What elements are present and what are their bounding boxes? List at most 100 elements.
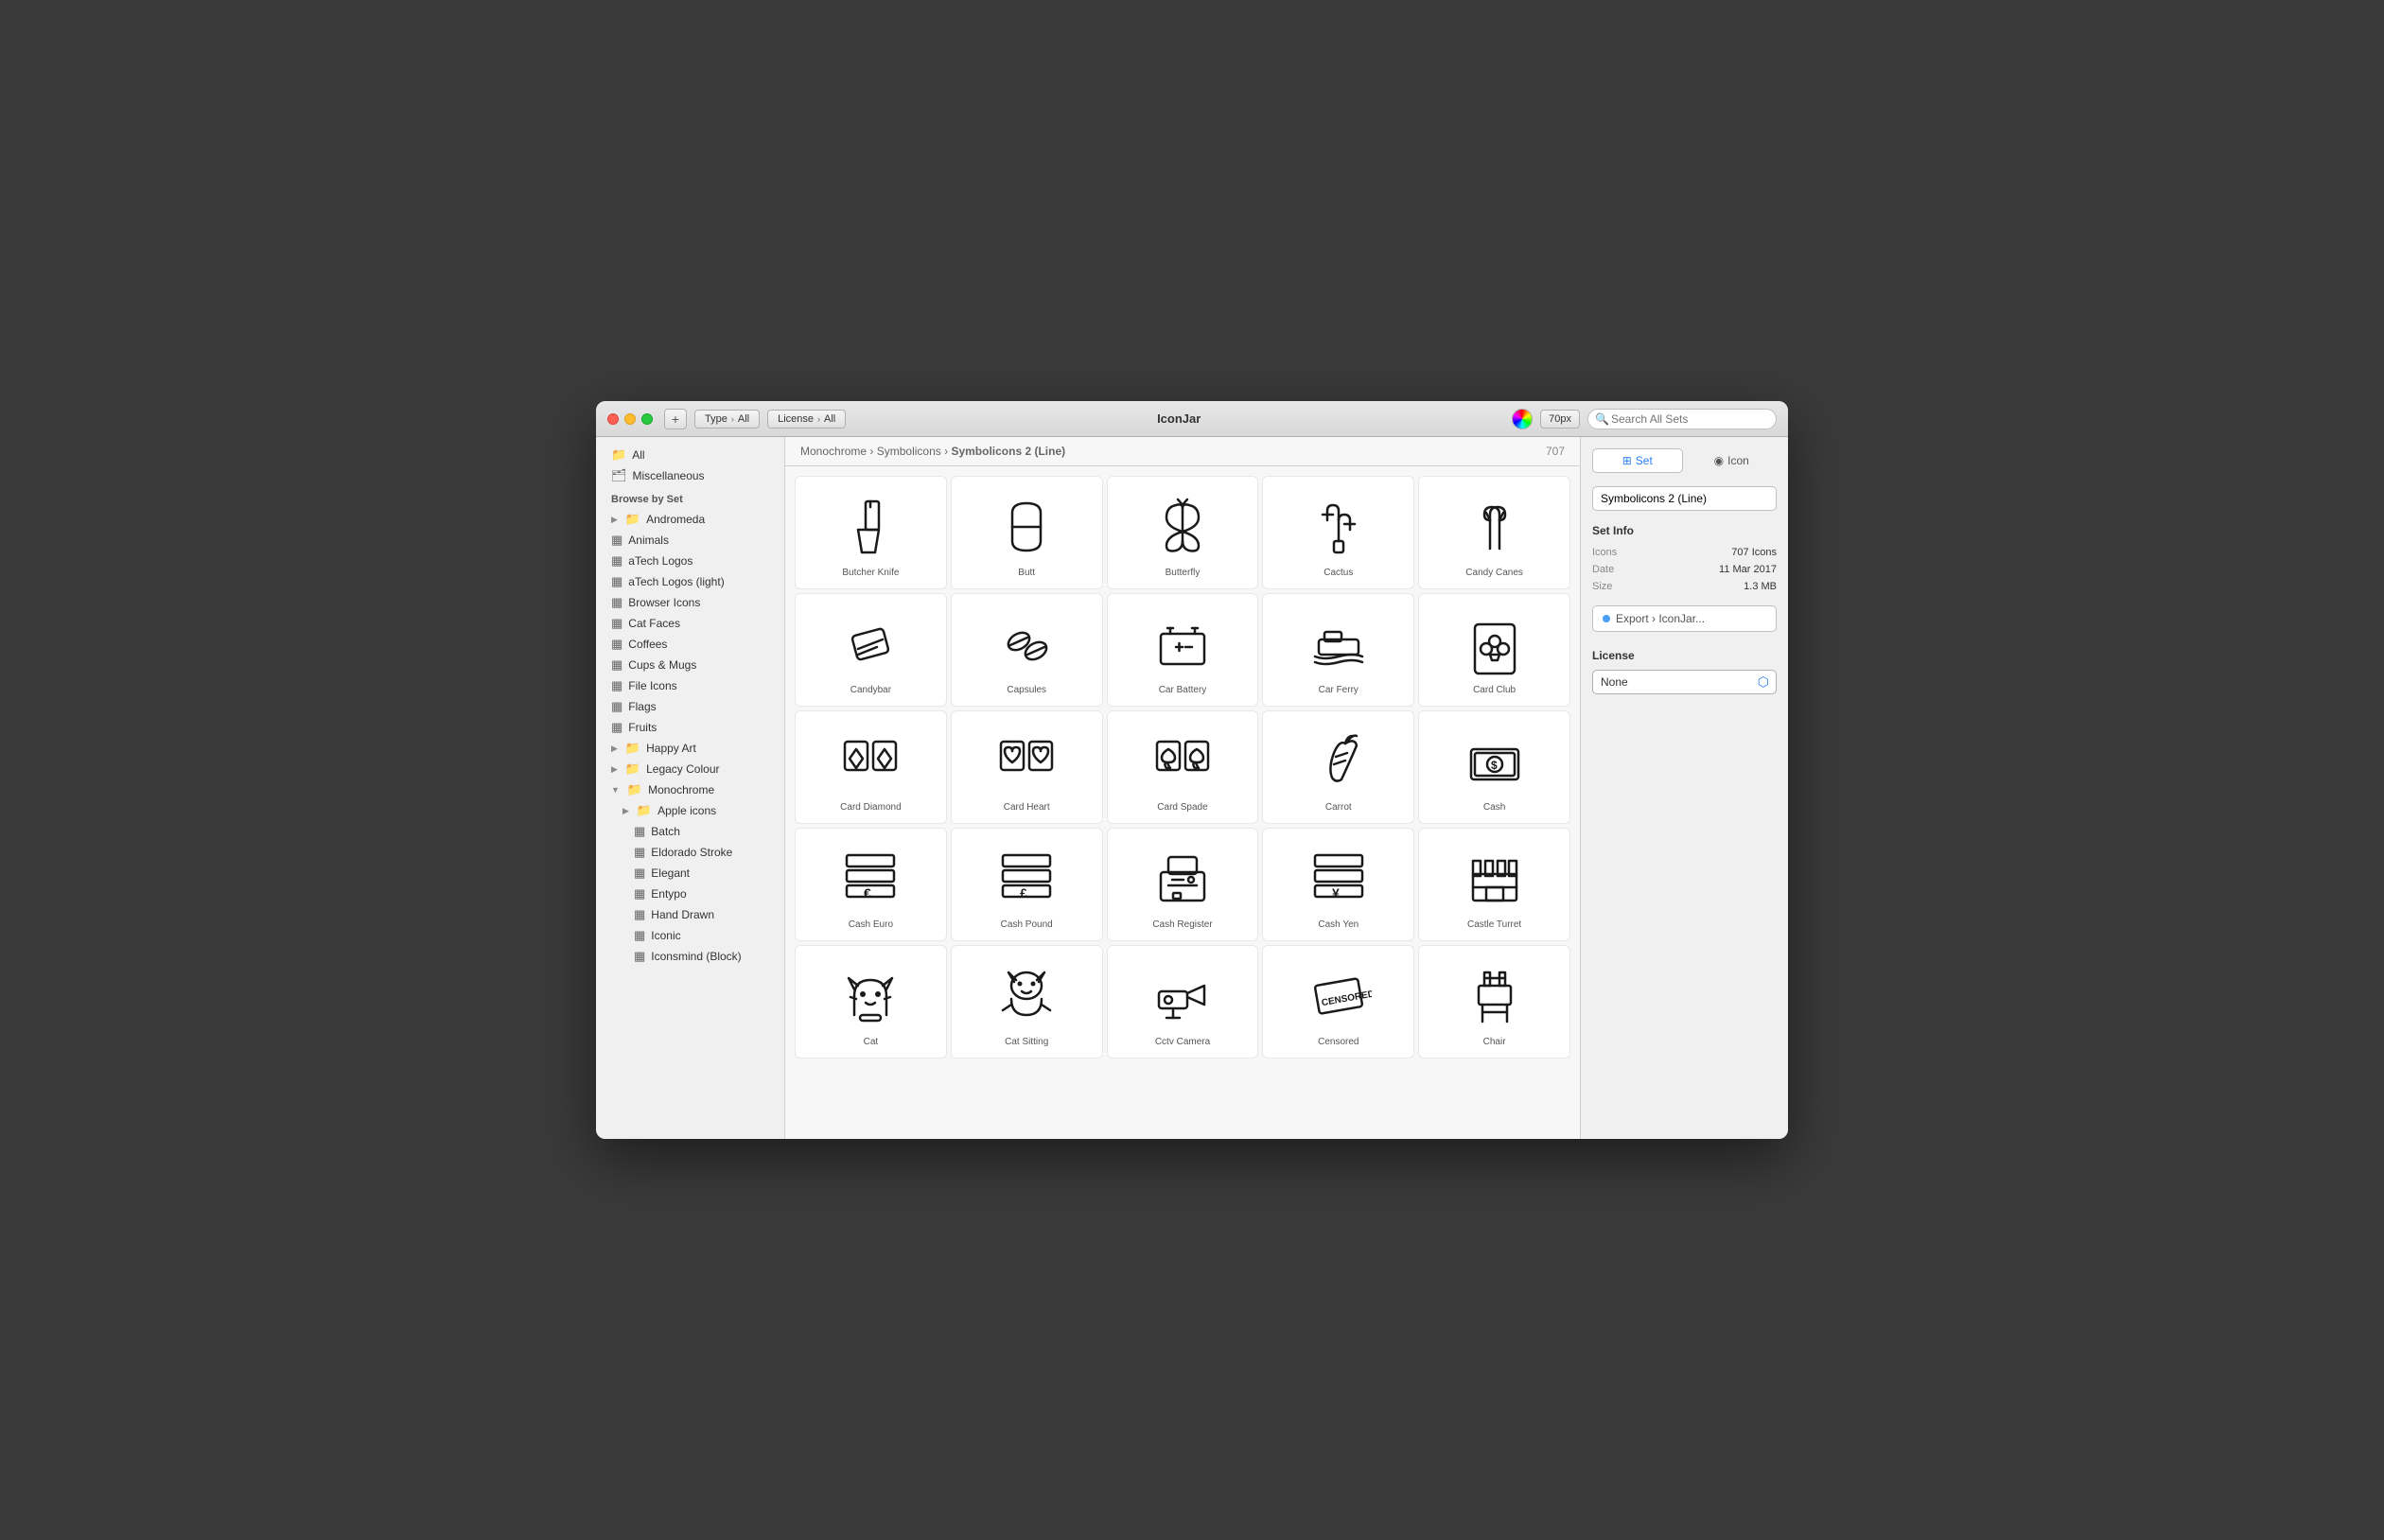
sidebar-item-flags[interactable]: ▦ Flags <box>596 696 784 717</box>
icon-cell-butcher-knife[interactable]: Butcher Knife <box>795 476 947 589</box>
sidebar-item-entypo[interactable]: ▦ Entypo <box>596 884 784 904</box>
icon-cell-cat-sitting[interactable]: Cat Sitting <box>951 945 1103 1059</box>
export-dot-icon <box>1603 615 1610 622</box>
icon-cell-card-spade[interactable]: Card Spade <box>1107 710 1259 824</box>
icon-cell-candy-canes[interactable]: Candy Canes <box>1418 476 1570 589</box>
breadcrumb-path3: Symbolicons 2 (Line) <box>951 445 1065 458</box>
license-filter-button[interactable]: License › All <box>767 410 846 429</box>
close-button[interactable] <box>607 413 619 425</box>
sidebar-item-handdrawn[interactable]: ▦ Hand Drawn <box>596 904 784 925</box>
sidebar-item-iconsmind[interactable]: ▦ Iconsmind (Block) <box>596 946 784 967</box>
info-label-icons: Icons <box>1592 547 1617 558</box>
icon-cell-cactus[interactable]: Cactus <box>1262 476 1414 589</box>
sidebar-item-happyart[interactable]: ▶ 📁 Happy Art <box>596 738 784 759</box>
sidebar-item-atech-light[interactable]: ▦ aTech Logos (light) <box>596 571 784 592</box>
icon-label: Cash Pound <box>1001 919 1053 930</box>
icon-cell-card-diamond[interactable]: Card Diamond <box>795 710 947 824</box>
icon-cell-cctv-camera[interactable]: Cctv Camera <box>1107 945 1259 1059</box>
traffic-lights <box>607 413 653 425</box>
svg-text:€: € <box>864 885 871 901</box>
folder-icon: 📁 <box>625 512 640 527</box>
sidebar-item-miscellaneous[interactable]: 🗂 Miscellaneous <box>596 465 784 486</box>
sidebar-label: File Icons <box>628 679 676 692</box>
add-button[interactable]: + <box>664 409 687 429</box>
icon-cell-chair[interactable]: Chair <box>1418 945 1570 1059</box>
icon-cell-butterfly[interactable]: Butterfly <box>1107 476 1259 589</box>
color-wheel-icon[interactable] <box>1512 409 1533 429</box>
chevron-right-icon: ▶ <box>611 515 618 525</box>
sidebar-label: Cat Faces <box>628 617 680 630</box>
minimize-button[interactable] <box>624 413 636 425</box>
folder-icon: 📁 <box>625 741 640 756</box>
set-icon: ▦ <box>611 574 622 589</box>
sidebar-item-legacy[interactable]: ▶ 📁 Legacy Colour <box>596 759 784 779</box>
px-display[interactable]: 70px <box>1540 410 1580 429</box>
sidebar-item-eldorado[interactable]: ▦ Eldorado Stroke <box>596 842 784 863</box>
icon-cell-censored[interactable]: CENSORED Censored <box>1262 945 1414 1059</box>
icon-cell-cat[interactable]: Cat <box>795 945 947 1059</box>
icon-cell-butt[interactable]: Butt <box>951 476 1103 589</box>
sidebar-item-all[interactable]: 📁 All <box>596 445 784 465</box>
folder-icon: 📁 <box>637 803 652 818</box>
type-filter-button[interactable]: Type › All <box>694 410 760 429</box>
icon-cell-carrot[interactable]: Carrot <box>1262 710 1414 824</box>
sidebar-item-andromeda[interactable]: ▶ 📁 Andromeda <box>596 509 784 530</box>
icon-label: Cash <box>1483 802 1505 813</box>
icon-label: Cat <box>864 1037 879 1047</box>
sidebar-item-browser[interactable]: ▦ Browser Icons <box>596 592 784 613</box>
icon-cell-candybar[interactable]: Candybar <box>795 593 947 707</box>
icon-cell-cash-register[interactable]: Cash Register <box>1107 828 1259 941</box>
export-button[interactable]: Export › IconJar... <box>1592 605 1777 632</box>
chevron-right-icon: ▶ <box>611 764 618 775</box>
icon-cell-car-battery[interactable]: Car Battery <box>1107 593 1259 707</box>
icon-cell-card-club[interactable]: Card Club <box>1418 593 1570 707</box>
icon-cell-card-heart[interactable]: Card Heart <box>951 710 1103 824</box>
icon-label: Butt <box>1018 568 1035 578</box>
export-label: Export › IconJar... <box>1616 612 1705 625</box>
icon-label: Carrot <box>1325 802 1352 813</box>
sidebar-label: aTech Logos <box>628 554 692 568</box>
tab-set[interactable]: ⊞ Set <box>1592 448 1683 473</box>
sidebar-label: Eldorado Stroke <box>651 846 732 859</box>
main-content: 📁 All 🗂 Miscellaneous Browse by Set ▶ 📁 … <box>596 437 1788 1139</box>
svg-text:£: £ <box>1020 885 1027 901</box>
license-select[interactable]: None <box>1592 670 1777 694</box>
set-name-field[interactable] <box>1592 486 1777 511</box>
maximize-button[interactable] <box>641 413 653 425</box>
tab-icon[interactable]: ◉ Icon <box>1687 448 1778 473</box>
sidebar-item-batch[interactable]: ▦ Batch <box>596 821 784 842</box>
set-icon: ▦ <box>611 616 622 631</box>
icon-cell-car-ferry[interactable]: Car Ferry <box>1262 593 1414 707</box>
folder-icon: 📁 <box>611 447 626 463</box>
sidebar-item-file[interactable]: ▦ File Icons <box>596 675 784 696</box>
sidebar-label-misc: Miscellaneous <box>633 469 705 482</box>
chevron-down-icon: ▼ <box>611 785 620 795</box>
license-label: License <box>778 413 814 425</box>
set-info-title: Set Info <box>1592 524 1777 537</box>
sidebar-item-animals[interactable]: ▦ Animals <box>596 530 784 551</box>
icon-cell-cash-yen[interactable]: ¥ Cash Yen <box>1262 828 1414 941</box>
chevron-right-icon: ▶ <box>622 806 629 816</box>
breadcrumb-bar: Monochrome › Symbolicons › Symbolicons 2… <box>785 437 1580 466</box>
sidebar-item-iconic[interactable]: ▦ Iconic <box>596 925 784 946</box>
sidebar-item-monochrome[interactable]: ▼ 📁 Monochrome <box>596 779 784 800</box>
license-select-wrapper: None <box>1592 670 1777 694</box>
sidebar-item-apple[interactable]: ▶ 📁 Apple icons <box>596 800 784 821</box>
sidebar-label: Happy Art <box>646 742 696 755</box>
sidebar-item-atech[interactable]: ▦ aTech Logos <box>596 551 784 571</box>
search-input[interactable] <box>1587 409 1777 429</box>
sidebar-item-coffees[interactable]: ▦ Coffees <box>596 634 784 655</box>
icon-cell-cash-pound[interactable]: £ Cash Pound <box>951 828 1103 941</box>
sidebar-item-elegant[interactable]: ▦ Elegant <box>596 863 784 884</box>
icon-cell-capsules[interactable]: Capsules <box>951 593 1103 707</box>
sidebar-label: Entypo <box>651 887 686 901</box>
tab-set-label: Set <box>1636 454 1653 467</box>
sidebar-item-cups[interactable]: ▦ Cups & Mugs <box>596 655 784 675</box>
icon-cell-cash-euro[interactable]: € Cash Euro <box>795 828 947 941</box>
icon-cell-cash[interactable]: $ Cash <box>1418 710 1570 824</box>
svg-text:¥: ¥ <box>1332 885 1340 901</box>
sidebar-item-catfaces[interactable]: ▦ Cat Faces <box>596 613 784 634</box>
sidebar-item-fruits[interactable]: ▦ Fruits <box>596 717 784 738</box>
svg-text:$: $ <box>1491 759 1498 772</box>
icon-cell-castle-turret[interactable]: Castle Turret <box>1418 828 1570 941</box>
